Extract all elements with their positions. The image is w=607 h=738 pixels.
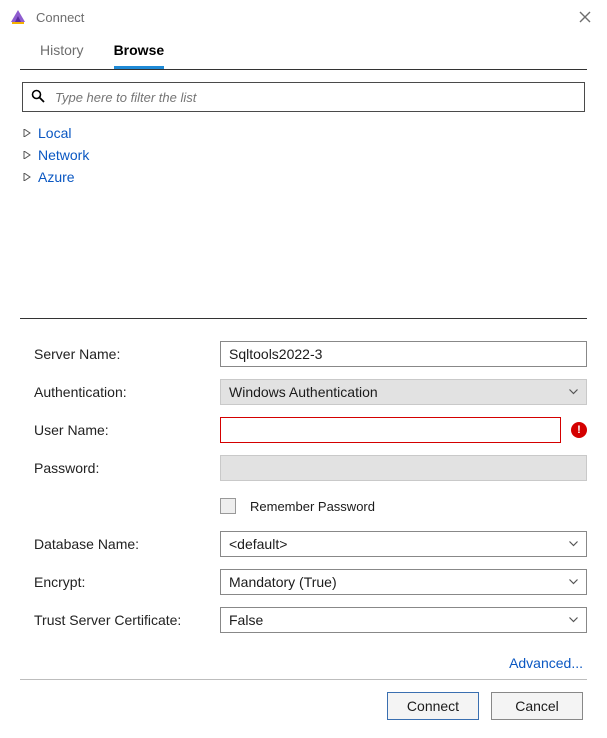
expand-icon[interactable] [22,172,32,182]
encrypt-value: Mandatory (True) [229,574,569,590]
database-name-select[interactable]: <default> [220,531,587,557]
label-password: Password: [34,460,220,476]
user-name-input[interactable] [220,417,561,443]
row-password: Password: [34,451,587,485]
row-server-name: Server Name: Sqltools2022-3 [34,337,587,371]
row-user-name: User Name: ! [34,413,587,447]
tree-item-label: Network [38,147,89,163]
server-tree: Local Network Azure [0,122,607,188]
row-remember-password: Remember Password [34,489,587,523]
label-server-name: Server Name: [34,346,220,362]
label-authentication: Authentication: [34,384,220,400]
tree-item-label: Local [38,125,71,141]
tree-item-azure[interactable]: Azure [22,166,585,188]
label-trust-cert: Trust Server Certificate: [34,612,220,628]
advanced-row: Advanced... [0,649,607,679]
window-title: Connect [36,10,571,25]
tree-item-label: Azure [38,169,75,185]
row-encrypt: Encrypt: Mandatory (True) [34,565,587,599]
tab-bar: History Browse [0,32,607,69]
label-user-name: User Name: [34,422,220,438]
filter-input[interactable] [53,89,576,106]
close-icon[interactable] [571,7,599,28]
app-icon [8,7,28,27]
advanced-link[interactable]: Advanced... [509,655,583,671]
tree-item-local[interactable]: Local [22,122,585,144]
spacer [0,188,607,318]
trust-cert-value: False [229,612,569,628]
cancel-button[interactable]: Cancel [491,692,583,720]
search-icon [31,89,45,106]
tab-browse[interactable]: Browse [114,42,165,69]
error-icon: ! [571,422,587,438]
authentication-value: Windows Authentication [229,384,569,400]
tree-item-network[interactable]: Network [22,144,585,166]
row-authentication: Authentication: Windows Authentication [34,375,587,409]
chevron-down-icon [569,615,578,626]
divider-top [20,69,587,70]
remember-password-label: Remember Password [250,499,375,514]
trust-cert-select[interactable]: False [220,607,587,633]
server-name-input[interactable]: Sqltools2022-3 [220,341,587,367]
chevron-down-icon [569,577,578,588]
dialog-footer: Connect Cancel [0,680,607,720]
connect-button[interactable]: Connect [387,692,479,720]
expand-icon[interactable] [22,128,32,138]
connection-form: Server Name: Sqltools2022-3 Authenticati… [0,319,607,649]
authentication-select[interactable]: Windows Authentication [220,379,587,405]
label-database-name: Database Name: [34,536,220,552]
remember-password-checkbox [220,498,236,514]
chevron-down-icon [569,539,578,550]
expand-icon[interactable] [22,150,32,160]
row-database-name: Database Name: <default> [34,527,587,561]
filter-box[interactable] [22,82,585,112]
chevron-down-icon [569,387,578,398]
server-name-value: Sqltools2022-3 [229,346,322,362]
row-trust-cert: Trust Server Certificate: False [34,603,587,637]
tab-history[interactable]: History [40,42,84,69]
titlebar: Connect [0,0,607,32]
label-encrypt: Encrypt: [34,574,220,590]
database-name-value: <default> [229,536,569,552]
password-input [220,455,587,481]
encrypt-select[interactable]: Mandatory (True) [220,569,587,595]
